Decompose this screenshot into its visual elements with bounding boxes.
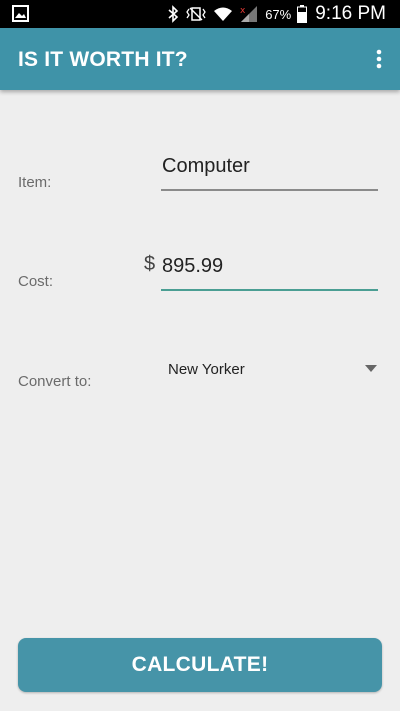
- cost-input[interactable]: 895.99: [162, 255, 223, 278]
- gallery-icon: [12, 5, 29, 22]
- battery-percent: 67%: [265, 6, 292, 22]
- wifi-icon: [214, 7, 233, 21]
- item-label: Item:: [18, 174, 52, 191]
- overflow-menu-icon[interactable]: [372, 47, 386, 71]
- dropdown-arrow-icon[interactable]: [365, 365, 377, 372]
- item-input[interactable]: Computer: [162, 155, 250, 178]
- vibrate-icon: [186, 7, 206, 21]
- battery-icon: [297, 5, 308, 23]
- status-bar: x 67% 9:16 PM: [0, 0, 400, 28]
- signal-icon: x: [240, 6, 258, 22]
- clock: 9:16 PM: [315, 3, 386, 24]
- cost-input-underline: [161, 289, 378, 291]
- currency-symbol: $: [144, 253, 156, 275]
- app-title: IS IT WORTH IT?: [18, 48, 188, 71]
- bluetooth-icon: [168, 5, 179, 23]
- app-bar: IS IT WORTH IT?: [0, 28, 400, 90]
- svg-text:x: x: [240, 6, 246, 16]
- status-icons: x 67% 9:16 PM: [167, 0, 386, 28]
- item-input-underline: [161, 189, 378, 191]
- convert-dropdown[interactable]: New Yorker: [168, 361, 245, 378]
- convert-label: Convert to:: [18, 373, 92, 390]
- cost-label: Cost:: [18, 273, 54, 290]
- calculate-button[interactable]: CALCULATE!: [18, 638, 382, 692]
